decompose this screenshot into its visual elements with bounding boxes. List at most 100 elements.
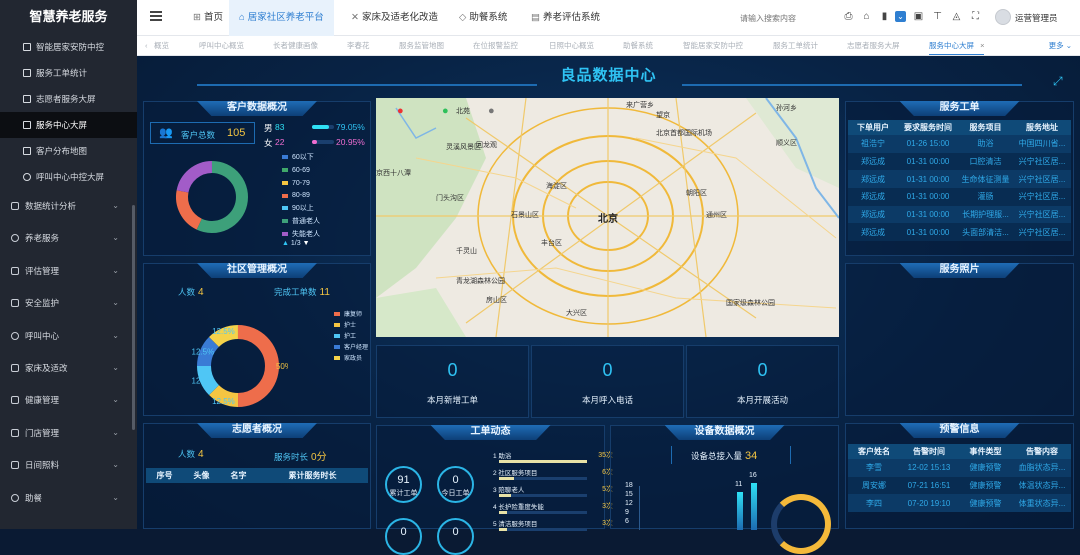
table-cell: 灌肠	[958, 188, 1013, 206]
device-y-tick: 12	[625, 500, 633, 507]
devices-panel: 设备数据概况 设备总接入量 34 18 15 12 9 6 11 16	[610, 425, 839, 554]
table-cell: 周安娜	[848, 476, 900, 495]
legend-item: 90以上	[282, 203, 320, 216]
tab-health-portrait[interactable]: 长者健康画像	[273, 36, 318, 55]
phone-icon	[23, 173, 31, 181]
sidebar-sub-volunteer-screen[interactable]: 志愿者服务大屏	[0, 86, 137, 112]
work-orders-panel: 工单动态 91 累计工单 0 今日工单 0 0 1 助浴 35次 2 社区服务项目 6次 3…	[376, 425, 613, 555]
beijing-map[interactable]: 来广营乡 北京首都国际机场 北苑 望京 顺义区 海淀区 回龙观 门头沟区 石景山区 朝阳区 通州区丰…	[376, 98, 839, 337]
close-icon[interactable]: ×	[980, 41, 984, 50]
tab-service-center-screen[interactable]: 服务中心大屏 ×	[929, 36, 985, 55]
sidebar-sub-order-stats[interactable]: 服务工单统计	[0, 60, 137, 86]
expand-icon[interactable]: ⛶	[970, 11, 981, 22]
sidebar-item-call-center[interactable]: 呼叫中心 ⌄	[0, 320, 137, 352]
table-cell: 郑远成	[848, 188, 898, 206]
tab-smart-security[interactable]: 智能居家安防中控	[683, 36, 743, 55]
sidebar-item-assessment[interactable]: 评估管理 ⌄	[0, 255, 137, 287]
map-pin-icon[interactable]: ●	[397, 105, 404, 117]
legend-pager[interactable]: ▲ 1/3 ▼	[282, 240, 310, 247]
sidebar: 智慧养老服务 智能居家安防中控 服务工单统计 志愿者服务大屏 服务中心大屏 客户…	[0, 0, 137, 529]
sidebar-item-stores[interactable]: 门店管理 ⌄	[0, 417, 137, 449]
sidebar-item-elderly-service[interactable]: 养老服务 ⌄	[0, 222, 137, 254]
avatar[interactable]	[995, 9, 1011, 25]
tab-meal-system[interactable]: 助餐系统	[623, 36, 653, 55]
work-order-bar-fill	[499, 460, 587, 463]
map-place-label: 孙河乡	[776, 105, 797, 112]
sidebar-sub-customer-map[interactable]: 客户分布地图	[0, 138, 137, 164]
table-cell: 长期护理服...	[958, 205, 1013, 224]
chevron-down-icon: ⌄	[112, 201, 119, 210]
work-order-label: 5 清洁服务项目	[493, 521, 538, 528]
work-order-item: 4 长护险重度失能 3次	[493, 501, 613, 519]
more-tabs-button[interactable]: 更多 ⌄	[1049, 36, 1072, 55]
tab-alarm-monitor[interactable]: 在位报警监控	[473, 36, 518, 55]
legend-item: 客户经理	[334, 343, 368, 354]
tab-volunteer-screen[interactable]: 志愿者服务大屏	[847, 36, 900, 55]
store-icon	[11, 428, 19, 437]
legend-swatch	[282, 231, 288, 236]
sidebar-sub-call-center-screen[interactable]: 呼叫中心中控大屏	[0, 164, 137, 190]
table-row[interactable]: 郑远成 01-31 00:00 口腔清洁 兴宁社区居...	[848, 152, 1071, 171]
nav-home-bed[interactable]: ✕ 家床及适老化改造	[347, 0, 442, 36]
tab-day-center-overview[interactable]: 日照中心概览	[549, 36, 594, 55]
lock-icon[interactable]: ▣	[913, 11, 924, 22]
print-icon[interactable]: ⎙	[843, 11, 854, 22]
top-bar: ⊞首页 ⌂居家社区养老平台 ✕家床及适老化改造 ◇助餐系统 ▤养老评估系统 ⎙ …	[137, 0, 1080, 36]
sidebar-sub-service-center-screen[interactable]: 服务中心大屏	[0, 112, 137, 138]
menu-toggle-icon[interactable]	[150, 11, 162, 21]
dropdown-icon[interactable]: ⌄	[895, 11, 906, 22]
volunteer-panel-title: 志愿者概况	[197, 423, 317, 438]
work-order-bar-fill	[499, 494, 512, 497]
sidebar-item-data-analysis[interactable]: 数据统计分析 ⌄	[0, 190, 137, 222]
table-row[interactable]: 郑远成 01-31 00:00 头面部清洁... 兴宁社区居...	[848, 223, 1071, 242]
sidebar-item-home-bed[interactable]: 家床及适改 ⌄	[0, 352, 137, 384]
nav-community-platform[interactable]: ⌂ 居家社区养老平台	[229, 0, 334, 36]
sidebar-item-safety[interactable]: 安全监护 ⌄	[0, 287, 137, 319]
table-row[interactable]: 李四 07-20 19:10 健康预警 体重状态异...	[848, 494, 1071, 513]
table-row[interactable]: 郑远成 01-31 00:00 灌肠 兴宁社区居...	[848, 188, 1071, 206]
nav-home[interactable]: ⊞ 首页	[187, 0, 229, 36]
male-count: 83	[275, 122, 285, 132]
tools-icon: ✕	[351, 12, 359, 23]
device-total-bracket	[671, 446, 791, 464]
bell-icon[interactable]: ◬	[951, 11, 962, 22]
table-row[interactable]: 郑远成 01-31 00:00 生命体征测量 兴宁社区居...	[848, 170, 1071, 189]
search-input[interactable]	[740, 10, 830, 26]
table-row[interactable]: 周安娜 07-21 16:51 健康预警 体温状态异...	[848, 476, 1071, 495]
map-place-label: 北苑	[456, 108, 470, 115]
table-row[interactable]: 郑远成 01-31 00:00 长期护理服... 兴宁社区居...	[848, 205, 1071, 224]
work-order-label: 4 长护险重度失能	[493, 504, 544, 511]
username[interactable]: 运营管理员	[1015, 12, 1058, 24]
tab-prev-icon[interactable]: ‹	[145, 36, 148, 55]
shirt-icon[interactable]: ⊤	[932, 11, 943, 22]
legend-label: 康复师	[344, 312, 363, 318]
tab-overview[interactable]: 概览	[154, 36, 169, 55]
work-order-item: 3 陪聊老人 5次	[493, 484, 613, 502]
lock-icon[interactable]: ▮	[879, 11, 890, 22]
table-row[interactable]: 祖浩宁 01-26 15:00 助浴 中国四川省...	[848, 135, 1071, 153]
community-done-orders: 完成工单数 11	[274, 287, 330, 298]
table-cell: 01-31 00:00	[898, 205, 958, 224]
home-icon: ⌂	[239, 12, 245, 23]
work-order-bar-fill	[499, 477, 514, 480]
col-header: 告警内容	[1013, 444, 1071, 459]
sidebar-item-day-care[interactable]: 日间照料 ⌄	[0, 449, 137, 481]
people-icon: 👥	[159, 127, 173, 139]
map-pin-icon[interactable]: ●	[442, 105, 449, 117]
sidebar-item-meals[interactable]: 助餐 ⌄	[0, 482, 137, 514]
legend-item: 60以下	[282, 152, 320, 165]
sidebar-scrollbar[interactable]	[132, 205, 135, 430]
table-row[interactable]: 李雪 12-02 15:13 健康预警 血脂状态异...	[848, 459, 1071, 477]
tab-li-chunhua[interactable]: 李春花	[347, 36, 370, 55]
tab-supervision-map[interactable]: 服务监管地图	[399, 36, 444, 55]
sidebar-item-health[interactable]: 健康管理 ⌄	[0, 384, 137, 416]
map-pin-icon[interactable]: ●	[488, 105, 495, 117]
home-icon[interactable]: ⌂	[861, 11, 872, 22]
table-cell: 郑远成	[848, 223, 898, 242]
nav-meals[interactable]: ◇ 助餐系统	[455, 0, 511, 36]
sidebar-sub-smart-security[interactable]: 智能居家安防中控	[0, 34, 137, 60]
nav-assessment[interactable]: ▤ 养老评估系统	[527, 0, 604, 36]
fullscreen-icon[interactable]: ⤢	[1053, 74, 1063, 89]
tab-call-center-overview[interactable]: 呼叫中心概览	[199, 36, 244, 55]
tab-order-stats[interactable]: 服务工单统计	[773, 36, 818, 55]
